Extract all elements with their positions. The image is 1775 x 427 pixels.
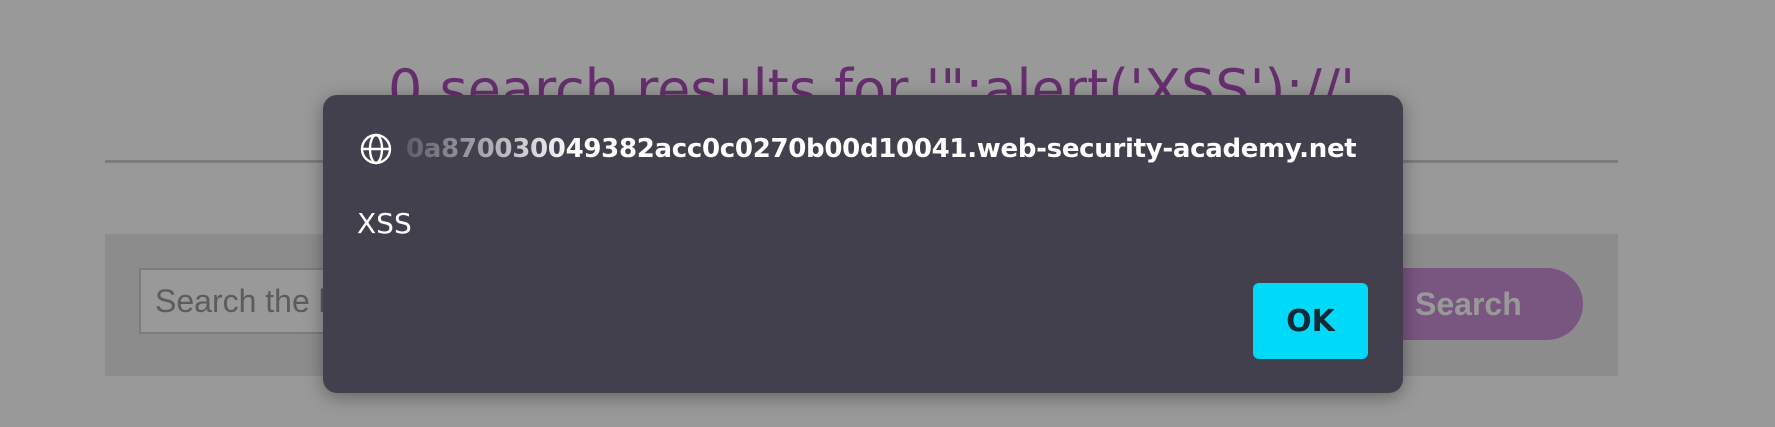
globe-icon — [360, 133, 392, 165]
dialog-origin-text: 0a870030049382acc0c0270b00d10041.web-sec… — [406, 134, 1357, 164]
dialog-message: XSS — [357, 207, 412, 240]
ok-button[interactable]: OK — [1253, 283, 1368, 359]
dialog-origin: 0a870030049382acc0c0270b00d10041.web-sec… — [359, 129, 1369, 169]
alert-dialog: 0a870030049382acc0c0270b00d10041.web-sec… — [323, 95, 1403, 393]
